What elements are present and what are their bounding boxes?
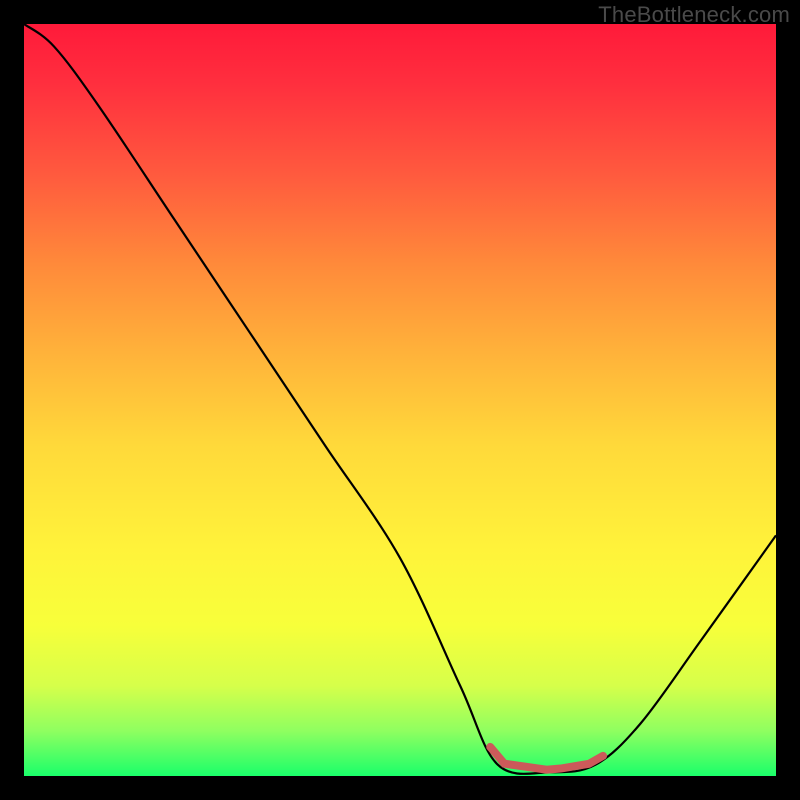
curve-svg bbox=[24, 24, 776, 776]
watermark-text: TheBottleneck.com bbox=[598, 2, 790, 28]
minimum-marker bbox=[490, 747, 603, 770]
bottleneck-curve bbox=[24, 24, 776, 774]
chart-area bbox=[24, 24, 776, 776]
